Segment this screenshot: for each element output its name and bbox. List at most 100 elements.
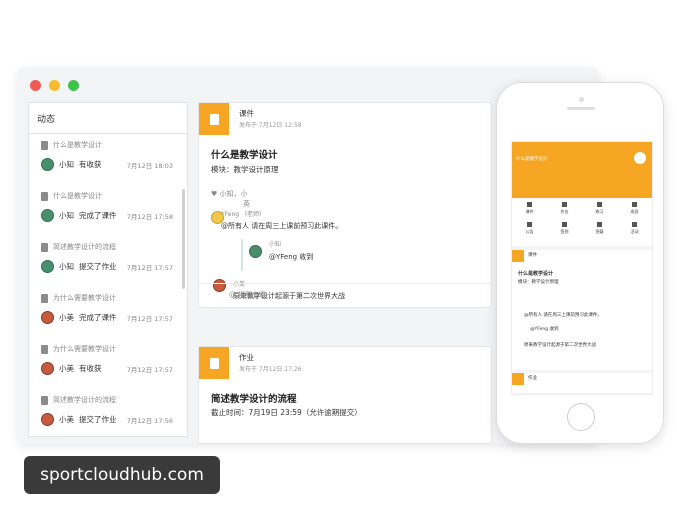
phone-courseware-card[interactable]: 课件 什么是教学设计 模块：教学设计原理 @所有人 请在周三上课前预习此课件。 … <box>512 250 652 370</box>
feed-action: 有收获 <box>79 364 102 373</box>
comment-text: @所有人 请在周三上课前预习此课件。 <box>221 222 343 230</box>
phone-comment-1: @所有人 请在周三上课前预习此课件。 <box>524 313 602 318</box>
phone-grid-item[interactable]: 成员 <box>617 202 652 222</box>
feed-user: 小美 <box>59 364 74 373</box>
stage: 动态 什么是教学设计 小知 有收获 7月12日 18:03 什么是教学设计 小知 完成了课件… <box>0 0 677 518</box>
homework-card[interactable]: 作业 发布于 7月12日 17:26 简述教学设计的流程 截止时间：7月19日 … <box>198 346 492 444</box>
grid-icon <box>632 222 637 227</box>
feed-course: 为什么需要教学设计 <box>53 294 116 302</box>
reply-block: 小知 @YFeng 收到 <box>241 239 341 271</box>
grid-icon <box>562 202 567 207</box>
phone-card-title: 什么是教学设计 <box>518 271 554 277</box>
phone-grid-item[interactable]: 作业 <box>547 202 582 222</box>
feed-action-row: 小美 提交了作业 7月12日 17:56 <box>41 413 179 426</box>
document-icon <box>41 191 48 201</box>
phone-comment-2: 原来教学设计起源于第二次世界大战 <box>524 343 596 348</box>
feed-action-row: 小知 完成了课件 7月12日 17:58 <box>41 209 179 222</box>
card-deadline: 截止时间：7月19日 23:59（允许逾期提交） <box>211 408 362 417</box>
phone-card-type: 课件 <box>528 253 537 258</box>
card-title[interactable]: 什么是教学设计 <box>211 147 278 161</box>
minimize-window-button[interactable] <box>49 79 60 91</box>
remind-text[interactable]: @ 提醒查看 <box>229 291 266 299</box>
activity-sidebar: 动态 什么是教学设计 小知 有收获 7月12日 18:03 什么是教学设计 小知 完成了课件… <box>28 102 188 437</box>
courseware-card[interactable]: 课件 发布于 7月12日 12:58 什么是教学设计 模块：教学设计原理 ♥ 小… <box>198 102 492 308</box>
phone-avatar <box>634 152 646 164</box>
grid-label: 答疑 <box>595 229 604 234</box>
grid-label: 活动 <box>630 229 639 234</box>
grid-icon <box>527 222 532 227</box>
maximize-window-button[interactable] <box>68 79 79 91</box>
phone-courseware-icon <box>512 250 524 262</box>
phone-grid-item[interactable]: 活动 <box>617 222 652 242</box>
feed-course: 简述教学设计的流程 <box>53 243 116 251</box>
phone-grid-item[interactable]: 公告 <box>512 222 547 242</box>
grid-label: 公告 <box>525 229 534 234</box>
feed-action: 提交了作业 <box>79 415 117 424</box>
avatar <box>41 260 54 273</box>
feed-item[interactable]: 简述教学设计的流程 小美 提交了作业 7月12日 17:56 <box>29 389 187 440</box>
phone-function-grid: 课件 作业 练习 成员公告 签到 答疑 活动 <box>512 198 652 246</box>
reply-avatar <box>249 245 262 258</box>
likes-row: ♥ 小知，小 英 <box>211 189 250 209</box>
feed-item[interactable]: 为什么需要教学设计小美 有收获 7月12日 17:57 <box>29 338 187 389</box>
feed-time: 7月12日 17:56 <box>126 416 173 425</box>
sidebar-header: 动态 <box>29 103 187 134</box>
phone-grid-item[interactable]: 答疑 <box>582 222 617 242</box>
grid-label: 成员 <box>630 209 639 214</box>
feed-item[interactable]: 什么是教学设计小知 完成了课件 7月12日 17:58 <box>29 185 187 236</box>
feed-course-row: 什么是教学设计 <box>41 140 179 150</box>
feed-item[interactable]: 为什么需要教学设计小美 完成了课件 7月12日 17:57 <box>29 287 187 338</box>
phone-grid-item[interactable]: 练习 <box>582 202 617 222</box>
close-window-button[interactable] <box>30 79 41 91</box>
phone-grid-item[interactable]: 签到 <box>547 222 582 242</box>
feed-course-row: 为什么需要教学设计 <box>41 293 179 303</box>
grid-label: 签到 <box>560 229 569 234</box>
feed-user: 小知 <box>59 211 74 220</box>
teacher-avatar <box>211 211 224 224</box>
speaker-icon <box>567 107 595 110</box>
phone-header-title: 什么是教学设计 <box>516 157 548 162</box>
document-icon <box>41 293 48 303</box>
feed-course-row: 什么是教学设计 <box>41 191 179 201</box>
document-icon <box>41 242 48 252</box>
card-title[interactable]: 简述教学设计的流程 <box>211 391 297 405</box>
activity-feed: 什么是教学设计 小知 有收获 7月12日 18:03 什么是教学设计 小知 完成了课件 7月1… <box>29 134 187 440</box>
avatar <box>41 413 54 426</box>
sidebar-scrollbar[interactable] <box>182 189 185 289</box>
feed-action: 提交了作业 <box>79 262 117 271</box>
comment-author: YFeng （老师） <box>221 211 265 218</box>
feed-action-row: 小美 有收获 7月12日 17:57 <box>41 362 179 375</box>
feed-time: 7月12日 17:58 <box>126 212 173 221</box>
teacher-comment: YFeng （老师） @所有人 请在周三上课前预习此课件。 <box>211 209 342 231</box>
grid-icon <box>562 222 567 227</box>
home-button[interactable] <box>567 403 595 431</box>
feed-action-row: 小知 提交了作业 7月12日 17:57 <box>41 260 179 273</box>
phone-homework-card[interactable]: 作业 <box>512 373 652 393</box>
card-meta: 发布于 7月12日 17:26 <box>239 366 302 373</box>
feed-course: 什么是教学设计 <box>53 192 102 200</box>
grid-label: 课件 <box>525 209 534 214</box>
feed-time: 7月12日 17:57 <box>126 263 173 272</box>
card-meta: 发布于 7月12日 12:58 <box>239 122 302 129</box>
likes-text-2: 英 <box>243 200 250 208</box>
document-icon <box>41 344 48 354</box>
feed-action: 完成了课件 <box>79 313 117 322</box>
feed-user: 小美 <box>59 313 74 322</box>
phone-reply: @YFeng 收到 <box>530 327 559 332</box>
feed-course: 什么是教学设计 <box>53 141 102 149</box>
feed-action-row: 小知 有收获 7月12日 18:03 <box>41 158 179 171</box>
remind-bar[interactable]: @ 提醒查看 <box>199 283 491 307</box>
phone-grid-item[interactable]: 课件 <box>512 202 547 222</box>
phone-header: 什么是教学设计 <box>512 142 652 198</box>
feed-course: 为什么需要教学设计 <box>53 345 116 353</box>
card-type: 课件 <box>239 109 254 118</box>
phone-card2-type: 作业 <box>528 376 537 381</box>
reply-text: @YFeng 收到 <box>269 253 314 261</box>
feed-action: 完成了课件 <box>79 211 117 220</box>
feed-action-row: 小美 完成了课件 7月12日 17:57 <box>41 311 179 324</box>
feed-action: 有收获 <box>79 160 102 169</box>
avatar <box>41 209 54 222</box>
feed-item[interactable]: 什么是教学设计小知 有收获 7月12日 18:03 <box>29 134 187 185</box>
feed-user: 小美 <box>59 415 74 424</box>
feed-item[interactable]: 简述教学设计的流程 小知 提交了作业 7月12日 17:57 <box>29 236 187 287</box>
